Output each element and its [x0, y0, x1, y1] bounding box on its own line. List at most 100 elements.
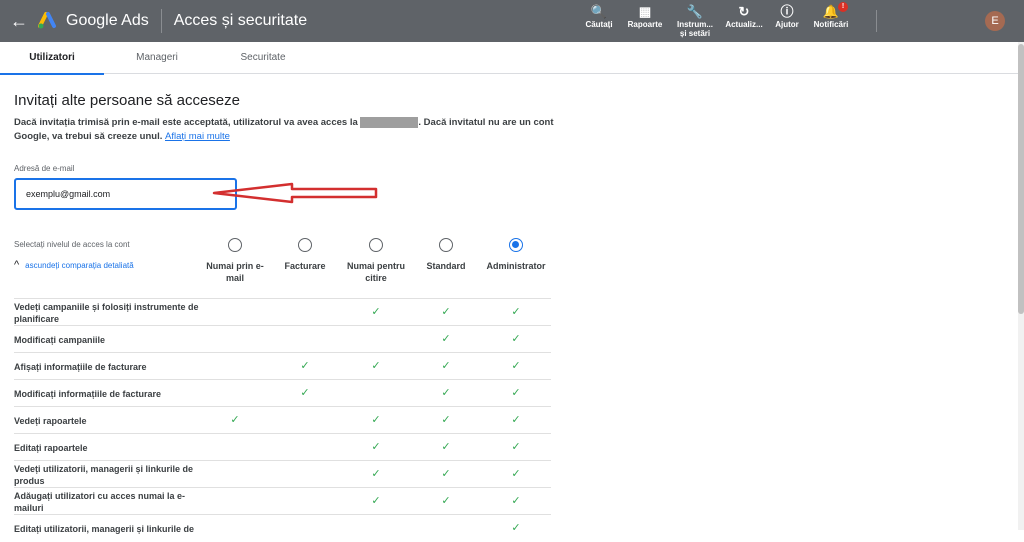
header-divider — [160, 9, 162, 33]
radio-read-only[interactable] — [369, 238, 383, 252]
check-icon: ✓ — [511, 414, 521, 426]
level-label: Numai pentru citire — [346, 261, 405, 283]
check-icon: ✓ — [441, 387, 451, 399]
level-admin[interactable]: Administrator — [476, 238, 556, 272]
check-icon: ✓ — [511, 495, 521, 507]
help-icon: ⓘ — [780, 4, 794, 19]
level-label: Standard — [426, 261, 466, 271]
search-button[interactable]: 🔍 Căutați — [578, 0, 620, 42]
table-row: Vedeți utilizatorii, managerii și linkur… — [14, 460, 551, 487]
check-icon: ✓ — [371, 414, 381, 426]
check-icon: ✓ — [441, 414, 451, 426]
brand-name: Google Ads — [66, 12, 149, 29]
check-icon: ✓ — [511, 522, 521, 534]
tool-label: Instrum... și setări — [676, 20, 713, 38]
reports-icon: ▦ — [638, 4, 652, 19]
permission-label: Adăugați utilizatori cu acces numai la e… — [14, 490, 186, 513]
table-row: Editați rapoartele ✓ ✓ ✓ — [14, 433, 551, 460]
search-icon: 🔍 — [590, 4, 608, 19]
permissions-table: Vedeți campaniile și folosiți instrument… — [14, 298, 551, 541]
help-button[interactable]: ⓘ Ajutor — [768, 0, 806, 42]
table-row: Adăugați utilizatori cu acces numai la e… — [14, 487, 551, 514]
check-icon: ✓ — [441, 306, 451, 318]
check-icon: ✓ — [371, 306, 381, 318]
tab-security[interactable]: Securitate — [210, 42, 316, 74]
refresh-icon: ↻ — [738, 4, 750, 19]
table-row: Modificați campaniile ✓ ✓ — [14, 325, 551, 352]
check-icon: ✓ — [511, 387, 521, 399]
learn-more-link[interactable]: Aflați mai multe — [165, 131, 230, 142]
tools-settings-button[interactable]: 🔧 Instrum... și setări — [670, 0, 720, 42]
section-heading: Invitați alte persoane să acceseze — [14, 92, 240, 109]
check-icon: ✓ — [511, 306, 521, 318]
check-icon: ✓ — [441, 333, 451, 345]
bell-icon: 🔔 — [822, 4, 840, 19]
check-icon: ✓ — [511, 441, 521, 453]
check-icon: ✓ — [441, 468, 451, 480]
check-icon: ✓ — [230, 414, 240, 426]
permission-label: Modificați campaniile — [14, 334, 106, 345]
tool-label: Notificări — [813, 20, 849, 29]
annotation-arrow — [212, 182, 378, 204]
scrollbar-thumb[interactable] — [1018, 44, 1024, 314]
radio-billing[interactable] — [298, 238, 312, 252]
top-app-bar: ← Google Ads Acces și securitate 🔍 Căuta… — [0, 0, 1024, 42]
avatar[interactable]: E — [985, 11, 1005, 31]
header-tools: 🔍 Căutați ▦ Rapoarte 🔧 Instrum... și set… — [578, 0, 856, 42]
tool-label: Actualiz... — [725, 20, 763, 29]
reports-button[interactable]: ▦ Rapoarte — [620, 0, 670, 42]
level-label: Facturare — [284, 261, 326, 271]
check-icon: ✓ — [371, 468, 381, 480]
refresh-button[interactable]: ↻ Actualiz... — [720, 0, 768, 42]
radio-admin[interactable] — [509, 238, 523, 252]
check-icon: ✓ — [300, 360, 310, 372]
check-icon: ✓ — [511, 468, 521, 480]
permission-label: Editați rapoartele — [14, 442, 88, 453]
tab-users[interactable]: Utilizatori — [0, 42, 104, 75]
check-icon: ✓ — [371, 441, 381, 453]
page-title: Acces și securitate — [173, 12, 308, 29]
level-label: Administrator — [486, 261, 546, 271]
header-separator — [876, 10, 877, 32]
check-icon: ✓ — [371, 495, 381, 507]
notifications-button[interactable]: 🔔 ! Notificări — [806, 0, 856, 42]
check-icon: ✓ — [300, 387, 310, 399]
check-icon: ✓ — [511, 333, 521, 345]
permission-label: Vedeți utilizatorii, managerii și linkur… — [14, 463, 194, 486]
check-icon: ✓ — [371, 360, 381, 372]
table-row: Afișați informațiile de facturare ✓ ✓ ✓ ✓ — [14, 352, 551, 379]
permission-label: Afișați informațiile de facturare — [14, 361, 147, 372]
hide-comparison-toggle[interactable]: ^ ascundeți comparația detaliată — [14, 259, 134, 271]
tool-label: Ajutor — [775, 20, 799, 29]
back-arrow-icon[interactable]: ← — [0, 11, 38, 32]
level-email-only[interactable]: Numai prin e-mail — [195, 238, 275, 284]
level-read-only[interactable]: Numai pentru citire — [336, 238, 416, 284]
level-standard[interactable]: Standard — [406, 238, 486, 272]
radio-standard[interactable] — [439, 238, 453, 252]
table-row: Vedeți campaniile și folosiți instrument… — [14, 298, 551, 325]
permission-label: Modificați informațiile de facturare — [14, 388, 162, 399]
level-billing[interactable]: Facturare — [265, 238, 345, 272]
google-ads-logo-icon — [38, 12, 56, 29]
email-field[interactable] — [14, 178, 237, 210]
check-icon: ✓ — [441, 495, 451, 507]
permission-label: Editați utilizatorii, managerii și linku… — [14, 523, 195, 534]
chevron-up-icon: ^ — [14, 259, 20, 271]
radio-email-only[interactable] — [228, 238, 242, 252]
table-row: Vedeți rapoartele ✓ ✓ ✓ ✓ — [14, 406, 551, 433]
desc-text-1: Dacă invitația trimisă prin e-mail este … — [14, 117, 358, 128]
tab-bar: Utilizatori Manageri Securitate — [0, 42, 1018, 75]
tab-managers[interactable]: Manageri — [104, 42, 210, 74]
access-level-label: Selectați nivelul de acces la cont — [14, 240, 130, 249]
check-icon: ✓ — [511, 360, 521, 372]
redacted-account-name — [360, 116, 419, 128]
table-row: Editați utilizatorii, managerii și linku… — [14, 514, 551, 541]
wrench-icon: 🔧 — [686, 4, 704, 19]
email-field-label: Adresă de e-mail — [14, 164, 75, 173]
check-icon: ✓ — [441, 360, 451, 372]
permission-label: Vedeți campaniile și folosiți instrument… — [14, 301, 199, 324]
permission-label: Vedeți rapoartele — [14, 415, 87, 426]
tool-label: Rapoarte — [627, 20, 663, 29]
tool-label: Căutați — [585, 20, 613, 29]
notification-badge: ! — [838, 2, 848, 12]
